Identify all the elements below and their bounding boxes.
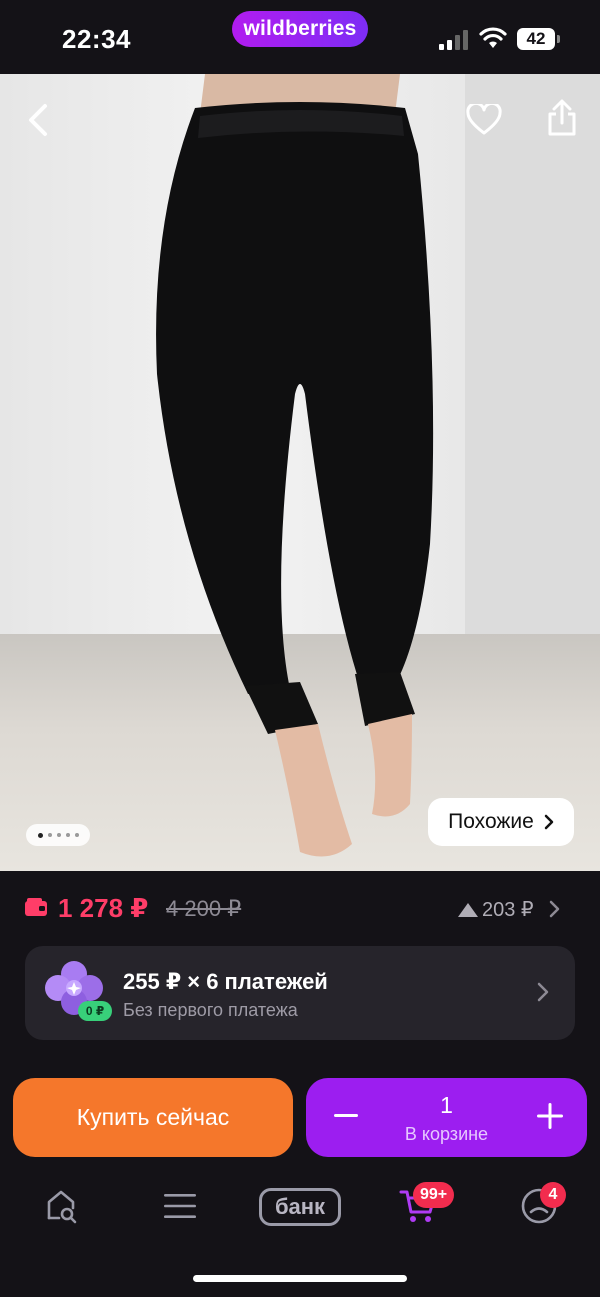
plus-icon [537,1103,563,1129]
similar-products-button[interactable]: Похожие [428,798,574,846]
triangle-up-icon [458,902,478,917]
current-price: 1 278 ₽ [58,893,149,923]
gallery-dot[interactable] [65,833,70,837]
product-image[interactable]: Похожие [0,74,600,871]
cellular-signal-icon [439,30,468,50]
menu-icon [164,1194,196,1218]
gallery-pagination[interactable] [26,824,90,846]
profile-notification-badge: 4 [540,1182,566,1208]
tab-catalog[interactable] [156,1182,204,1230]
cart-count-badge: 99+ [413,1182,455,1208]
installment-title: 255 ₽ × 6 платежей [123,969,328,994]
installment-card[interactable]: 0 ₽ 255 ₽ × 6 платежей Без первого плате… [25,946,575,1040]
status-time: 22:34 [62,24,131,54]
chevron-left-icon [29,104,47,136]
home-search-icon [47,1190,77,1224]
gallery-dot[interactable] [56,833,61,837]
bottom-tab-bar: банк [0,1172,600,1252]
zero-badge: 0 ₽ [78,1001,112,1021]
wallet-icon [25,898,47,916]
increase-quantity-button[interactable] [530,1096,570,1136]
heart-icon [466,104,502,135]
installment-subtitle: Без первого платежа [123,1000,298,1020]
old-price: 4 200 ₽ [166,896,242,921]
bank-icon: банк [274,1194,326,1219]
price-delta: 203 ₽ [458,897,534,922]
similar-products-label: Похожие [448,810,534,833]
gallery-dot[interactable] [37,832,43,838]
home-indicator [193,1275,407,1282]
tab-bank[interactable]: банк [259,1188,341,1226]
chevron-right-icon[interactable] [549,900,561,918]
chevron-right-icon [537,982,549,1002]
cart-quantity-stepper[interactable]: 1 В корзине [306,1078,587,1157]
price-row[interactable]: 1 278 ₽ 4 200 ₽ 203 ₽ [0,887,600,931]
gallery-dot[interactable] [47,833,52,837]
price-delta-value: 203 ₽ [482,899,534,921]
battery-indicator: 42 [517,28,560,50]
back-button[interactable] [16,98,60,142]
wifi-icon [479,27,507,48]
brand-logo: wildberries [232,11,368,47]
tab-home[interactable] [37,1182,85,1230]
buy-now-button[interactable]: Купить сейчас [13,1078,293,1157]
product-photo-pants [156,74,434,857]
gallery-dot[interactable] [74,833,79,837]
share-button[interactable] [540,96,584,140]
chevron-right-icon [544,814,554,830]
favorite-button[interactable] [462,98,506,142]
share-icon [548,99,576,136]
status-bar: 22:34 wildberries 42 [0,0,600,74]
